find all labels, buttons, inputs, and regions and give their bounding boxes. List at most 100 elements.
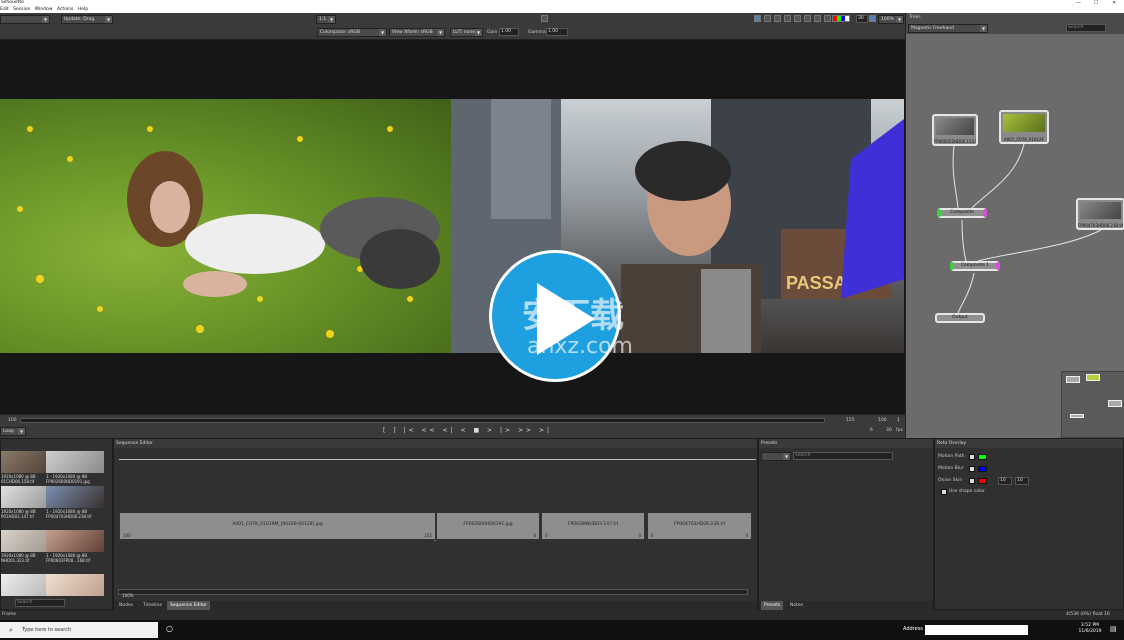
use-shape-color-label: Use shape color [949, 489, 985, 494]
overlay-icon[interactable] [794, 15, 801, 22]
camera-icon[interactable] [541, 15, 548, 22]
sequence-ruler[interactable] [119, 459, 756, 460]
chevron-down-icon: ▼ [437, 29, 444, 36]
step-forward-button[interactable]: |> [500, 427, 513, 434]
sequence-clip[interactable]: FP004703HD06.238.tif 0 0 [647, 512, 752, 540]
current-frame[interactable]: 100 [878, 418, 887, 424]
address-input[interactable] [925, 625, 1028, 635]
magnifier-icon[interactable] [774, 15, 781, 22]
fast-forward-button[interactable]: >> [518, 427, 534, 434]
eye-icon[interactable] [804, 15, 811, 22]
onion-skin-after[interactable]: 10 [1015, 477, 1029, 485]
media-item[interactable]: 1 - 1920x1080 @ 8B FP002600HD0191.jpg [46, 451, 104, 489]
view-select[interactable]: ▼ [0, 15, 50, 24]
frame-field[interactable]: 30 [856, 15, 868, 23]
mark-in-button[interactable]: [ [383, 427, 388, 434]
menu-session[interactable]: Session [13, 7, 30, 12]
media-thumbnail [46, 486, 104, 508]
cortana-icon[interactable]: ○ [166, 624, 173, 633]
watermark-en: anxz.com [527, 334, 633, 359]
menu-window[interactable]: Window [35, 7, 53, 12]
rewind-button[interactable]: << [422, 427, 438, 434]
go-start-button[interactable]: |< [404, 427, 417, 434]
roto-overlay-panel: Roto Overlay Motion Path Motion Blur Oni… [934, 438, 1124, 610]
presets-search-input[interactable]: Search [793, 452, 893, 460]
onion-skin-checkbox[interactable] [969, 478, 975, 484]
frame-step[interactable]: 1 [897, 418, 900, 424]
clip-start: 0 [545, 533, 548, 538]
play-button[interactable]: > [487, 427, 495, 434]
lut-select[interactable]: LUT: none ▼ [450, 28, 483, 37]
update-mode-select[interactable]: Update: Drag ▼ [61, 15, 113, 24]
sequence-editor-title: Sequence Editor [116, 441, 153, 446]
media-filename: NHD01.323.tif [1, 558, 30, 563]
sequence-scrollbar[interactable] [118, 589, 748, 595]
timeline-bar: 100 155 100 1 Loop ▼ [ ] |< << <| < ■ > |… [0, 414, 905, 438]
motion-blur-checkbox[interactable] [969, 466, 975, 472]
motion-blur-color[interactable] [978, 466, 987, 472]
presets-header: Presets [759, 439, 933, 448]
loop-mode-select[interactable]: Loop ▼ [0, 427, 26, 436]
use-shape-color-checkbox[interactable] [941, 489, 947, 495]
fps-value[interactable]: 30 [886, 428, 892, 434]
minimap-node [1108, 400, 1122, 407]
lock-icon[interactable] [824, 15, 831, 22]
view-transform-select[interactable]: View Xform: sRGB ▼ [389, 28, 445, 37]
sequence-zoom[interactable]: 100% [122, 593, 133, 598]
media-item[interactable]: 1 - 1920x1080 @ 8B FP00603FP00...168.tif [46, 530, 104, 568]
taskbar-search-input[interactable]: ⌕ Type here to search [0, 622, 158, 638]
gain-label: Gain [487, 30, 498, 35]
media-search-input[interactable]: Search [15, 599, 65, 607]
presets-category-select[interactable]: ▼ [761, 452, 791, 461]
frame-counter[interactable]: 6 [870, 428, 873, 434]
clip-end: 0 [638, 533, 641, 538]
zoom-percent-select[interactable]: 100% ▼ [878, 15, 904, 24]
stop-button[interactable]: ■ [473, 427, 482, 434]
image-viewer[interactable]: PASSAG 安下载 anxz.com [0, 40, 905, 414]
mark-out-button[interactable]: ] [393, 427, 398, 434]
menu-help[interactable]: Help [78, 7, 88, 12]
motion-path-checkbox[interactable] [969, 454, 975, 460]
transport-controls: [ ] |< << <| < ■ > |> >> >| [383, 427, 552, 434]
motion-path-color[interactable] [978, 454, 987, 460]
go-end-button[interactable]: >| [539, 427, 552, 434]
minimap-node [1070, 414, 1084, 418]
sequence-clip[interactable]: FP0039INHD03.147.tif 0 0 [541, 512, 645, 540]
colorspace-label: Colorspace: sRGB [320, 30, 360, 35]
zoom-ratio-select[interactable]: 1:1 ▼ [316, 15, 336, 24]
taskbar-clock[interactable]: 3:52 PM 11/6/2019 [1072, 623, 1108, 635]
gamma-input[interactable]: 1.00 [546, 28, 568, 36]
composite-1-node[interactable]: Composite 1 [950, 261, 1000, 271]
update-mode-label: Update: Drag [64, 17, 95, 22]
fit-icon[interactable] [869, 15, 876, 22]
clip-start: 100 [123, 533, 131, 538]
channels-icon[interactable] [832, 15, 850, 22]
frame-icon[interactable] [784, 15, 791, 22]
trees-panel[interactable]: Trees Magnetic Freehand ▼ Search FP000052… [905, 13, 1124, 438]
onion-skin-color[interactable] [978, 478, 987, 484]
sequence-clip[interactable]: A001_C078_01019M_[00100-00128].jpg 100 1… [119, 512, 436, 540]
step-back-button[interactable]: <| [443, 427, 456, 434]
play-reverse-button[interactable]: < [460, 427, 468, 434]
composite-node[interactable]: Composite [937, 208, 987, 218]
menu-actions[interactable]: Actions [57, 7, 73, 12]
mask-icon[interactable] [814, 15, 821, 22]
timeline-scrubber[interactable] [20, 418, 825, 423]
roto-overlay-title: Roto Overlay [937, 441, 967, 446]
sequence-clip[interactable]: FP002600HD0191.jpg 0 [436, 512, 540, 540]
notification-icon[interactable]: ▤ [1110, 625, 1117, 633]
menu-edit[interactable]: Edit [0, 7, 9, 12]
monitor-icon[interactable] [754, 15, 761, 22]
grid-icon[interactable] [764, 15, 771, 22]
fps-unit: fps [896, 428, 903, 433]
clip-end: 102 [424, 533, 432, 538]
output-node[interactable]: Output [935, 313, 985, 323]
onion-skin-before[interactable]: 10 [998, 477, 1012, 485]
start-frame[interactable]: 100 [8, 418, 17, 424]
node-minimap[interactable] [1061, 371, 1124, 438]
colorspace-select[interactable]: Colorspace: sRGB ▼ [317, 28, 387, 37]
media-item[interactable]: 1 - 1920x1080 @ 8B FP004703HD06.238.tif [46, 486, 104, 524]
media-filename: FP002600HD0191.jpg [46, 479, 90, 484]
end-frame[interactable]: 155 [846, 418, 855, 424]
gain-input[interactable]: 1.00 [499, 28, 519, 36]
